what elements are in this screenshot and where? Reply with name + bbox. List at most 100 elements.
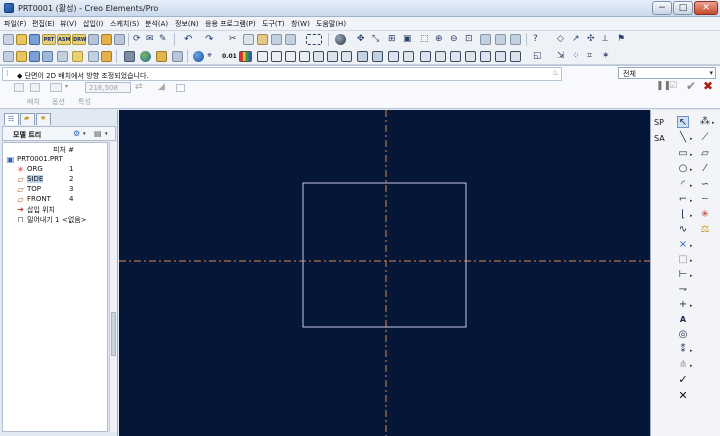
- cancel-x-icon[interactable]: ✖: [703, 79, 713, 93]
- dimension-input[interactable]: 216,508: [85, 82, 131, 93]
- spin-center-icon[interactable]: ✥: [357, 34, 368, 45]
- chevron-down-icon[interactable]: ▾: [105, 131, 108, 137]
- regenerate-icon[interactable]: ⟳: [133, 34, 144, 45]
- paste-icon[interactable]: [257, 34, 268, 45]
- view-right-icon[interactable]: [285, 51, 296, 62]
- point-tag-icon[interactable]: ⁘: [572, 51, 583, 62]
- paste-special-icon[interactable]: [271, 34, 282, 45]
- line-icon[interactable]: ╲: [677, 132, 689, 144]
- print-icon[interactable]: [101, 34, 112, 45]
- tab-folder-browser[interactable]: ▰: [20, 113, 35, 125]
- curve-icon[interactable]: ∿: [677, 224, 689, 236]
- menu-applications[interactable]: 응용 프로그램(P): [205, 19, 256, 29]
- minimize-button[interactable]: −: [652, 1, 672, 15]
- centerline-icon[interactable]: ┄: [699, 194, 711, 206]
- tree-item-insert-here[interactable]: ➔ 삽입 위치: [16, 205, 101, 214]
- remove-material-icon[interactable]: ◢: [158, 82, 165, 92]
- save-copy-icon[interactable]: [88, 34, 99, 45]
- menu-edit[interactable]: 편집(E): [32, 19, 55, 29]
- view-top-icon[interactable]: [271, 51, 282, 62]
- panel-scrollbar[interactable]: [109, 142, 117, 432]
- measure-icon[interactable]: ⌖: [207, 51, 218, 62]
- quit-x-icon[interactable]: ✕: [677, 390, 689, 402]
- hidden-line-icon[interactable]: [327, 51, 338, 62]
- message-expand-icon[interactable]: ⁝: [6, 69, 9, 78]
- new-assembly-icon[interactable]: ASM: [57, 34, 71, 45]
- palette-shapes-icon[interactable]: ◎: [677, 329, 689, 341]
- layer-view-icon[interactable]: [420, 51, 431, 62]
- chevron-right-icon[interactable]: ▸: [690, 213, 693, 219]
- csys-toggle-icon[interactable]: ⟂: [602, 34, 613, 45]
- chevron-right-icon[interactable]: ▸: [690, 273, 693, 279]
- folder-browser-icon[interactable]: [16, 51, 27, 62]
- depth-option-icon[interactable]: [50, 83, 62, 92]
- model-player-icon[interactable]: [29, 51, 40, 62]
- tree-item-front[interactable]: ▱ FRONT: [16, 195, 101, 204]
- flip-direction-icon[interactable]: ⇄: [135, 82, 143, 92]
- zoom-in-icon[interactable]: ⊕: [435, 34, 446, 45]
- wireframe-icon[interactable]: [313, 51, 324, 62]
- measure-value-icon[interactable]: 0.01: [222, 51, 238, 62]
- mail-icon[interactable]: ✉: [146, 34, 157, 45]
- saved-views-icon[interactable]: [480, 34, 491, 45]
- fillet-icon[interactable]: ⌐: [677, 194, 689, 206]
- appearance-icon[interactable]: [193, 51, 204, 62]
- repaint-icon[interactable]: ▣: [403, 34, 414, 45]
- show-menu-icon[interactable]: ▤: [94, 129, 102, 138]
- menu-help[interactable]: 도움말(H): [316, 19, 346, 29]
- depth-dropdown-icon[interactable]: ▾: [65, 83, 68, 90]
- menu-sketch[interactable]: 스케치(S): [110, 19, 139, 29]
- panel-scroll-thumb[interactable]: [111, 312, 116, 356]
- chevron-right-icon[interactable]: ▸: [690, 136, 693, 142]
- combined-state-icon[interactable]: [495, 51, 506, 62]
- mirror-sketch-icon[interactable]: ⋔: [677, 359, 689, 371]
- sketch-plane-icon[interactable]: [14, 83, 24, 92]
- annotation-toggle-icon[interactable]: ⚑: [617, 34, 628, 45]
- chamfer-icon[interactable]: ⌊: [677, 209, 689, 221]
- redo-icon[interactable]: ↷: [205, 34, 216, 45]
- context-help-icon[interactable]: ?: [533, 34, 544, 45]
- simplified-rep-icon[interactable]: [465, 51, 476, 62]
- chevron-down-icon[interactable]: ▾: [83, 131, 86, 137]
- datum-point-toggle-icon[interactable]: ✣: [587, 34, 598, 45]
- mirror-icon[interactable]: [285, 34, 296, 45]
- new-file-icon[interactable]: [3, 34, 14, 45]
- globe-icon[interactable]: [140, 51, 151, 62]
- modify-icon[interactable]: ⇁: [677, 284, 689, 296]
- tab-options[interactable]: 옵션: [52, 97, 65, 107]
- chevron-right-icon[interactable]: ▸: [712, 120, 715, 126]
- relations-icon[interactable]: [42, 51, 53, 62]
- view-iso-icon[interactable]: [299, 51, 310, 62]
- feature-info-icon[interactable]: [172, 51, 183, 62]
- send-mail-icon[interactable]: [114, 34, 125, 45]
- column-feature-number[interactable]: 피처 #: [53, 145, 74, 155]
- filter-select[interactable]: 전체 ▾: [618, 67, 716, 79]
- selection-box-icon[interactable]: [306, 34, 322, 45]
- constraint-icon[interactable]: +: [677, 299, 689, 311]
- datum-point-icon[interactable]: ✳: [699, 209, 711, 221]
- datum-axis-toggle-icon[interactable]: ↗: [572, 34, 583, 45]
- no-hidden-icon[interactable]: [341, 51, 352, 62]
- reorient-icon[interactable]: [495, 34, 506, 45]
- display-style-icon[interactable]: [335, 34, 346, 45]
- tab-placement[interactable]: 배치: [27, 97, 40, 107]
- sketch-icon[interactable]: ✎: [159, 34, 170, 45]
- copy-icon[interactable]: [243, 34, 254, 45]
- tab-favorites[interactable]: ★: [36, 113, 51, 125]
- tree-item-org[interactable]: ✳ ORG: [16, 165, 101, 174]
- menu-insert[interactable]: 삽입(I): [83, 19, 103, 29]
- tangent-line-icon[interactable]: ⟋: [699, 132, 711, 144]
- preview-icon[interactable]: ☑: [669, 81, 677, 91]
- perspective-icon[interactable]: [388, 51, 399, 62]
- style-state-icon[interactable]: [480, 51, 491, 62]
- chevron-right-icon[interactable]: ▸: [690, 303, 693, 309]
- use-edge-icon[interactable]: □: [677, 254, 689, 266]
- appearance-state-icon[interactable]: [510, 51, 521, 62]
- menu-tools[interactable]: 도구(T): [262, 19, 285, 29]
- chevron-right-icon[interactable]: ▸: [690, 243, 693, 249]
- chevron-right-icon[interactable]: ▸: [690, 167, 693, 173]
- zoom-out-icon[interactable]: ⊖: [450, 34, 461, 45]
- thicken-icon[interactable]: [176, 84, 185, 92]
- save-icon[interactable]: [29, 34, 40, 45]
- sketch-rectangle[interactable]: [302, 182, 467, 328]
